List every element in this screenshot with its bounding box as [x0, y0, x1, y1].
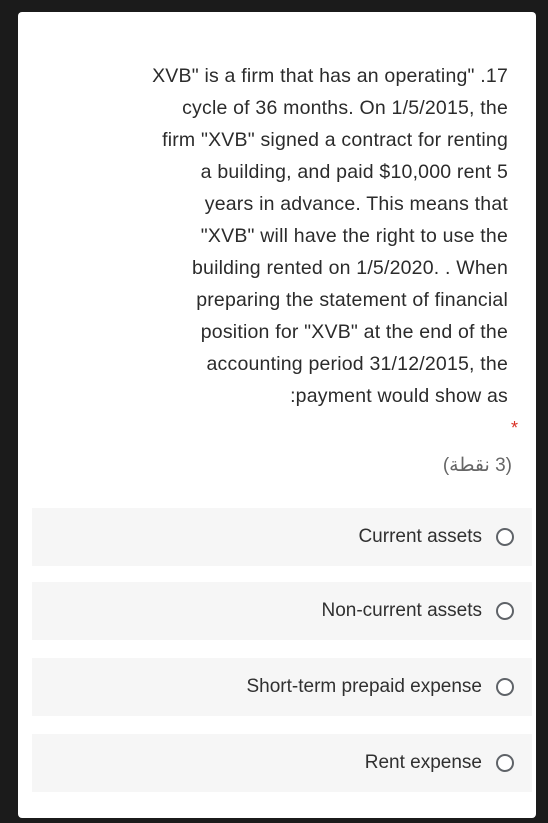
- question-card: XVB" is a firm that has an operating" .1…: [18, 12, 536, 818]
- option-current-assets[interactable]: Current assets: [32, 508, 532, 566]
- option-label: Current assets: [358, 526, 482, 547]
- option-label: Rent expense: [364, 752, 482, 773]
- radio-button-icon[interactable]: [496, 602, 514, 620]
- radio-button-icon[interactable]: [496, 754, 514, 772]
- option-short-term-prepaid-expense[interactable]: Short-term prepaid expense: [32, 658, 532, 716]
- points-label: (3 نقطة): [442, 455, 512, 476]
- radio-button-icon[interactable]: [496, 678, 514, 696]
- option-label: Non-current assets: [321, 600, 482, 621]
- required-asterisk: *: [510, 418, 518, 438]
- option-rent-expense[interactable]: Rent expense: [32, 734, 532, 792]
- option-label: Short-term prepaid expense: [246, 676, 482, 697]
- question-text: XVB" is a firm that has an operating" .1…: [152, 65, 508, 407]
- option-non-current-assets[interactable]: Non-current assets: [32, 582, 532, 640]
- radio-button-icon[interactable]: [496, 528, 514, 546]
